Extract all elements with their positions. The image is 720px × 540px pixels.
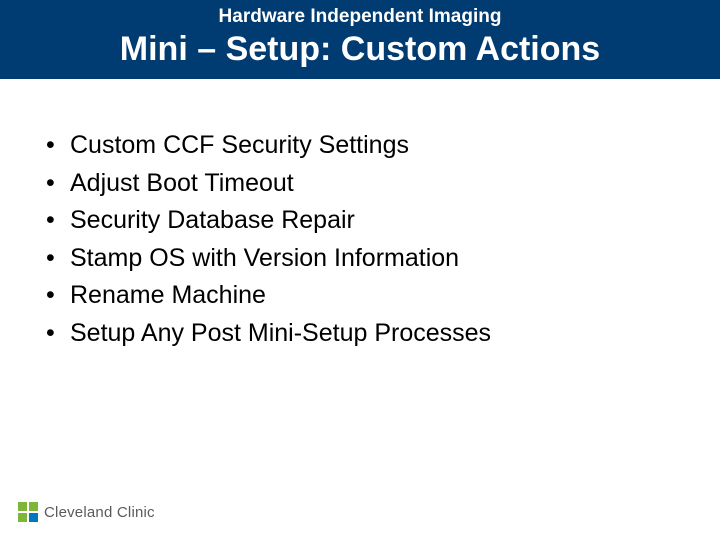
footer: Cleveland Clinic: [18, 502, 155, 522]
slide-content: • Custom CCF Security Settings • Adjust …: [0, 79, 720, 352]
bullet-text: Setup Any Post Mini-Setup Processes: [70, 315, 491, 353]
footer-org-name: Cleveland Clinic: [44, 504, 155, 521]
bullet-text: Custom CCF Security Settings: [70, 127, 409, 165]
list-item: • Adjust Boot Timeout: [40, 165, 680, 203]
bullet-text: Rename Machine: [70, 277, 266, 315]
bullet-text: Security Database Repair: [70, 202, 355, 240]
bullet-icon: •: [40, 277, 70, 315]
bullet-icon: •: [40, 202, 70, 240]
list-item: • Custom CCF Security Settings: [40, 127, 680, 165]
bullet-text: Adjust Boot Timeout: [70, 165, 294, 203]
slide-header: Hardware Independent Imaging Mini – Setu…: [0, 0, 720, 79]
list-item: • Stamp OS with Version Information: [40, 240, 680, 278]
bullet-icon: •: [40, 315, 70, 353]
bullet-icon: •: [40, 127, 70, 165]
list-item: • Setup Any Post Mini-Setup Processes: [40, 315, 680, 353]
header-subtitle: Hardware Independent Imaging: [10, 6, 710, 28]
bullet-icon: •: [40, 240, 70, 278]
list-item: • Rename Machine: [40, 277, 680, 315]
list-item: • Security Database Repair: [40, 202, 680, 240]
bullet-text: Stamp OS with Version Information: [70, 240, 459, 278]
header-title: Mini – Setup: Custom Actions: [10, 30, 710, 69]
bullet-icon: •: [40, 165, 70, 203]
cleveland-clinic-logo-icon: [18, 502, 38, 522]
bullet-list: • Custom CCF Security Settings • Adjust …: [40, 127, 680, 352]
